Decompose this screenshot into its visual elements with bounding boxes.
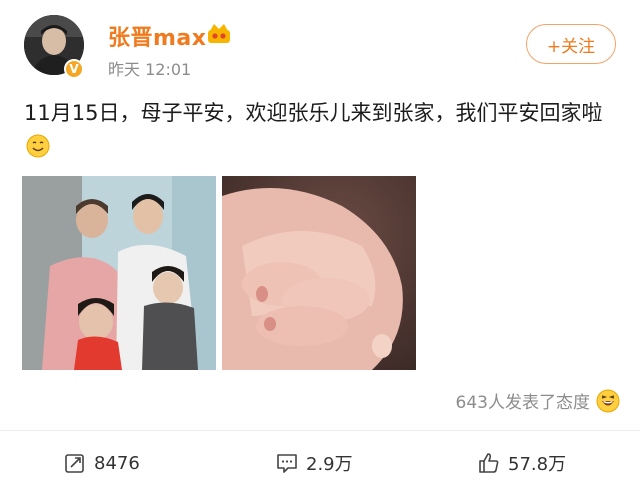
comment-count: 2.9万 [306, 454, 353, 475]
post-image-baby-hand[interactable] [222, 176, 416, 370]
post-timestamp: 昨天 12:01 [108, 60, 192, 79]
divider [0, 430, 640, 431]
repost-button[interactable]: 8476 [64, 450, 140, 476]
verified-badge-icon: V [64, 59, 84, 79]
post-text: 11月15日，母子平安，欢迎张乐儿来到张家，我们平安回家啦 [24, 96, 624, 164]
reaction-summary[interactable]: 643人发表了态度 [456, 388, 620, 413]
laughing-emoji-icon [596, 389, 620, 412]
comment-button[interactable]: 2.9万 [276, 450, 353, 476]
username[interactable]: 张晋max [108, 20, 206, 52]
crown-icon [208, 24, 230, 43]
post-text-content: 11月15日，母子平安，欢迎张乐儿来到张家，我们平安回家啦 [24, 101, 603, 125]
smile-emoji-icon [26, 134, 50, 158]
repost-icon [65, 454, 84, 473]
follow-button[interactable]: +关注 [526, 24, 616, 64]
like-button[interactable]: 57.8万 [478, 450, 566, 476]
reaction-summary-text: 643人发表了态度 [455, 393, 590, 413]
post-image-family[interactable] [22, 176, 216, 370]
like-count: 57.8万 [508, 454, 567, 475]
thumbs-up-icon [479, 453, 499, 473]
comment-icon [277, 454, 297, 473]
repost-count: 8476 [94, 452, 140, 474]
